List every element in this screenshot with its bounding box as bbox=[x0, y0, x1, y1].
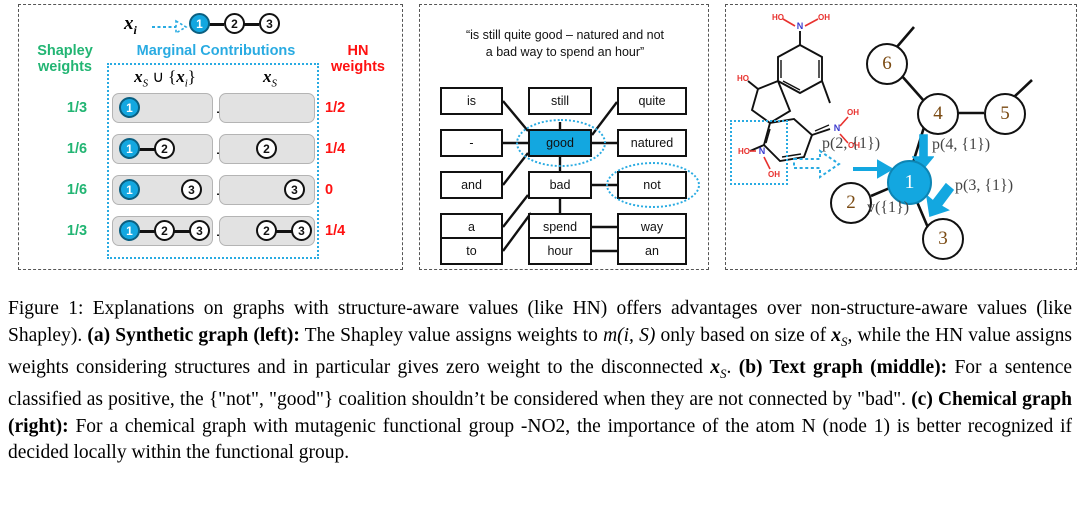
caption-seg-7: For a chemical graph with mutagenic func… bbox=[8, 415, 1072, 464]
marginal-contributions-header: Marginal Contributions bbox=[136, 43, 296, 59]
hn-weight-row-2: 1/4 bbox=[325, 141, 346, 157]
figure-caption: Figure 1: Explanations on graphs with st… bbox=[8, 296, 1072, 467]
hn-weights-header-l2: weights bbox=[331, 59, 385, 75]
hn-weights-header: HN weights bbox=[321, 43, 395, 75]
node-chip-2: 2 bbox=[224, 13, 245, 34]
word-box-natured[interactable]: natured bbox=[617, 129, 687, 157]
graph-node-2: 2 bbox=[830, 182, 872, 224]
caption-bold-b: (b) Text graph (middle): bbox=[738, 356, 948, 378]
word-box-bad[interactable]: bad bbox=[528, 171, 592, 199]
label-p4: p(4, {1}) bbox=[932, 136, 991, 153]
label-p3: p(3, {1}) bbox=[955, 177, 1014, 194]
hn-weights-header-l1: HN bbox=[347, 43, 369, 59]
word-box-hour[interactable]: hour bbox=[528, 237, 592, 265]
functional-group-selection-box bbox=[730, 120, 788, 185]
node-chip-2: 2 bbox=[154, 138, 175, 159]
label-v1: v({1}) bbox=[867, 199, 910, 216]
node-chip-1: 1 bbox=[119, 138, 140, 159]
node-chip-3: 3 bbox=[284, 179, 305, 200]
node-chip-1: 1 bbox=[119, 179, 140, 200]
node-chip-3: 3 bbox=[181, 179, 202, 200]
hn-weight-row-4: 1/4 bbox=[325, 223, 346, 239]
caption-math-2: x bbox=[831, 324, 842, 346]
node-chip-3: 3 bbox=[259, 13, 280, 34]
shapley-weight-row-2: 1/6 bbox=[66, 141, 88, 157]
node-chip-1: 1 bbox=[119, 220, 140, 241]
caption-seg-3: only based on size of bbox=[655, 324, 832, 346]
panel-chemical-graph: N HO OH HO N OH OH HO N OH 6 4 5 1 2 3 p… bbox=[725, 4, 1077, 270]
set-without-i-row-4: 2 3 bbox=[219, 216, 315, 246]
caption-label: Figure 1: bbox=[8, 298, 84, 319]
word-box-not[interactable]: not bbox=[617, 171, 687, 199]
panel-synthetic-graph: x_ixi 1 2 3 Shapley weights Marginal Con… bbox=[18, 4, 403, 270]
panel-text-graph: “is still quite good – natured and not a… bbox=[419, 4, 709, 270]
shapley-weight-row-3: 1/6 bbox=[66, 182, 88, 198]
hn-weight-row-3: 0 bbox=[325, 182, 334, 198]
col-header-with-i: xS ∪ {xi} x_S ∪ {x_i} bbox=[134, 67, 196, 90]
shapley-weight-row-1: 1/3 bbox=[66, 100, 88, 116]
hn-weight-row-1: 1/2 bbox=[325, 100, 346, 116]
xi-arrow-icon bbox=[152, 19, 188, 35]
graph-node-3: 3 bbox=[922, 218, 964, 260]
graph-node-4: 4 bbox=[917, 93, 959, 135]
top-chain-graph: 1 2 3 bbox=[189, 10, 299, 40]
set-with-i-row-4: 1 2 3 bbox=[112, 216, 213, 246]
set-without-i-row-2: 2 bbox=[219, 134, 315, 164]
word-box-an[interactable]: an bbox=[617, 237, 687, 265]
node-chip-1: 1 bbox=[189, 13, 210, 34]
caption-seg-5: . bbox=[726, 356, 739, 378]
graph-node-5: 5 bbox=[984, 93, 1026, 135]
node-chip-2: 2 bbox=[256, 138, 277, 159]
word-box-and[interactable]: and bbox=[440, 171, 503, 199]
node-chip-3: 3 bbox=[291, 220, 312, 241]
word-box-still[interactable]: still bbox=[528, 87, 592, 115]
caption-bold-a: (a) Synthetic graph (left): bbox=[87, 324, 300, 346]
col-header-without-i: xS x_S bbox=[263, 67, 277, 90]
word-box-is[interactable]: is bbox=[440, 87, 503, 115]
node-chip-3: 3 bbox=[189, 220, 210, 241]
figure-panels: x_ixi 1 2 3 Shapley weights Marginal Con… bbox=[0, 0, 1080, 272]
set-with-i-row-1: 1 bbox=[112, 93, 213, 123]
word-box-dash[interactable]: - bbox=[440, 129, 503, 157]
set-with-i-row-3: 1 3 bbox=[112, 175, 213, 205]
xi-label: x_ixi bbox=[124, 13, 137, 37]
caption-math-1: m(i, S) bbox=[603, 324, 656, 346]
caption-seg-2: The Shapley value assigns weights to bbox=[299, 324, 604, 346]
node-chip-2: 2 bbox=[256, 220, 277, 241]
word-box-good[interactable]: good bbox=[528, 129, 592, 157]
set-with-i-row-2: 1 2 bbox=[112, 134, 213, 164]
node-chip-2: 2 bbox=[154, 220, 175, 241]
set-without-i-row-3: 3 bbox=[219, 175, 315, 205]
word-box-quite[interactable]: quite bbox=[617, 87, 687, 115]
shapley-weights-header-l2: weights bbox=[38, 59, 92, 75]
graph-node-6: 6 bbox=[866, 43, 908, 85]
caption-math-3: x bbox=[710, 356, 720, 378]
shapley-weights-header-l1: Shapley bbox=[37, 43, 93, 59]
shapley-weights-header: Shapley weights bbox=[25, 43, 105, 75]
label-p2: p(2, {1}) bbox=[822, 135, 881, 152]
shapley-weight-row-4: 1/3 bbox=[66, 223, 88, 239]
word-box-to[interactable]: to bbox=[440, 237, 503, 265]
node-chip-1: 1 bbox=[119, 97, 140, 118]
set-without-i-row-1 bbox=[219, 93, 315, 123]
